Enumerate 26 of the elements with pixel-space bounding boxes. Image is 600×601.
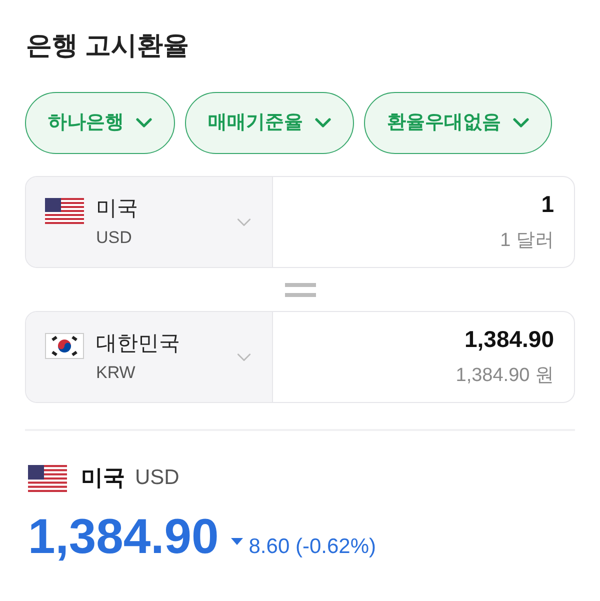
equals-icon (284, 282, 316, 296)
amount-in-words: 1 달러 (500, 229, 554, 253)
rate-change: 8.60 (-0.62%) (248, 534, 376, 560)
amount-field[interactable]: 1 1 달러 (273, 177, 574, 267)
country-name: 미국 (96, 196, 138, 222)
amount-field[interactable]: 1,384.90 1,384.90 원 (273, 312, 574, 402)
chevron-down-icon (513, 118, 529, 128)
chevron-down-icon (315, 118, 331, 128)
amount-value: 1,384.90 (464, 325, 554, 354)
page-title: 은행 고시환율 (26, 29, 190, 62)
exchange-rate: 1,384.90 (28, 509, 219, 565)
us-flag-icon (28, 464, 67, 492)
currency-code: KRW (96, 362, 136, 384)
country-name: 미국 (81, 464, 125, 492)
amount-value: 1 (541, 190, 554, 219)
currency-select[interactable]: 대한민국 KRW (26, 312, 273, 402)
us-flag-icon (45, 198, 84, 224)
country-name: 대한민국 (96, 330, 180, 356)
chevron-down-icon (236, 218, 252, 226)
chevron-down-icon (136, 118, 152, 128)
currency-code: USD (135, 465, 180, 491)
korean-flag-icon (45, 332, 84, 358)
chevron-down-icon (236, 352, 252, 362)
amount-in-words: 1,384.90 원 (456, 364, 554, 388)
currency-select[interactable]: 미국 USD (26, 177, 273, 267)
currency-code: USD (96, 226, 133, 248)
